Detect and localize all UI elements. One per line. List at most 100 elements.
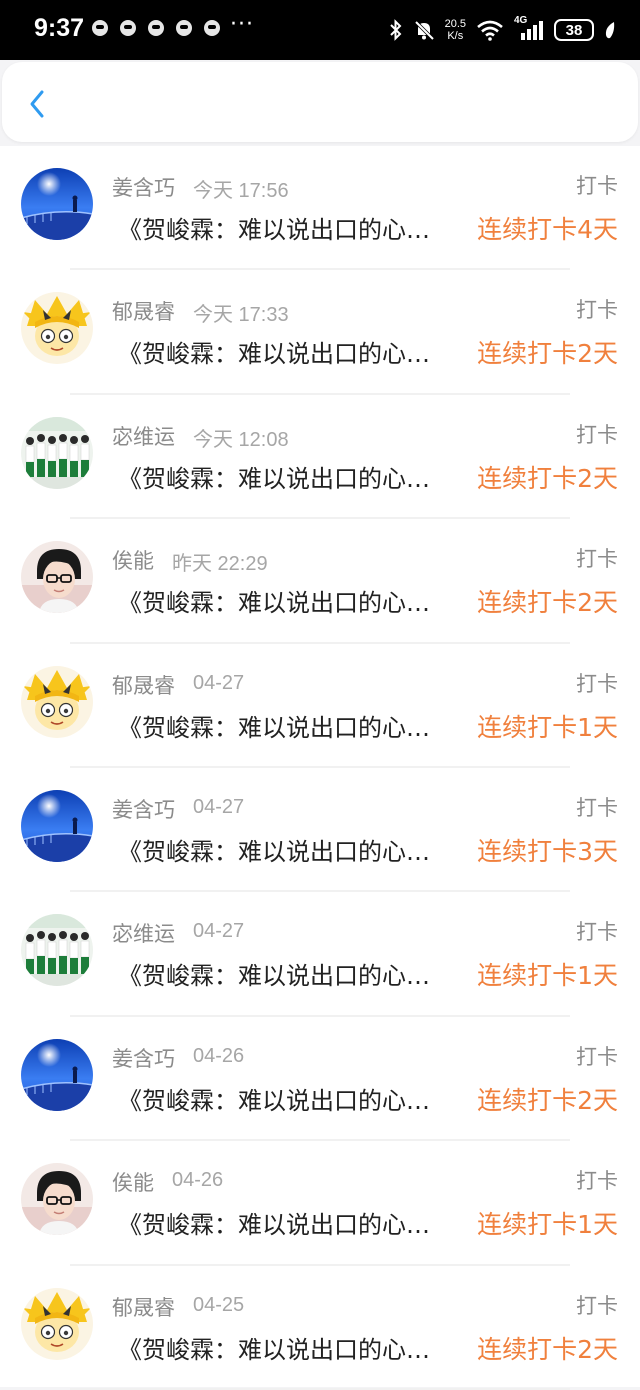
user-name: 郁晟睿 (112, 1295, 175, 1320)
checkin-list-item[interactable]: 宓维运 04-27 打卡《贺峻霖：难以说出口的心事》 连续打卡1天 (0, 892, 640, 1017)
bluetooth-icon (389, 19, 401, 41)
streak-label: 连续打卡1天 (477, 712, 618, 742)
user-name: 姜含巧 (112, 1046, 175, 1071)
checkin-list-item[interactable]: 宓维运 今天 12:08 打卡《贺峻霖：难以说出口的心事》 连续打卡2天 (0, 395, 640, 520)
portrait-avatar-image (21, 541, 93, 614)
checkin-tag: 打卡 (576, 1293, 618, 1318)
streak-label: 连续打卡4天 (477, 215, 618, 244)
checkin-time: 今天 17:33 (193, 304, 289, 327)
streak-label: 连续打卡2天 (477, 588, 618, 618)
book-title: 《贺峻霖：难以说出口的心事》 (118, 962, 448, 991)
user-name: 姜含巧 (112, 176, 175, 200)
checkin-tag: 打卡 (576, 547, 618, 572)
book-title: 《贺峻霖：难以说出口的心事》 (118, 464, 448, 493)
book-title: 《贺峻霖：难以说出口的心事》 (118, 1086, 448, 1115)
group-photo-avatar-image (21, 416, 93, 489)
app-notification-icon (204, 20, 220, 36)
streak-label: 连续打卡3天 (477, 836, 618, 866)
checkin-list-item[interactable]: 姜含巧 今天 17:56 打卡 《贺峻霖：难以说出口的心事》 连续打卡4天 (0, 146, 640, 271)
book-title: 《贺峻霖：难以说出口的心事》 (118, 340, 448, 369)
streak-label: 连续打卡2天 (477, 1334, 618, 1364)
avatar[interactable] (21, 541, 93, 614)
cartoon-avatar-image (21, 1287, 93, 1360)
checkin-time: 今天 12:08 (193, 428, 289, 451)
avatar[interactable] (21, 665, 93, 738)
book-title: 《贺峻霖：难以说出口的心事》 (118, 713, 448, 742)
notification-icons (92, 20, 220, 36)
streak-label: 连续打卡2天 (477, 339, 618, 369)
back-button[interactable] (22, 84, 62, 124)
status-bar: 9:37 ··· 20.5 K/s 4G 38 (0, 0, 640, 60)
checkin-list-item[interactable]: 郁晟睿 04-25 打卡《贺峻霖：难以说出口的心事》 连续打卡2天 (0, 1266, 640, 1390)
checkin-tag: 打卡 (576, 422, 618, 447)
checkin-list-item[interactable]: 姜含巧 04-27 打卡《贺峻霖：难以说出口的心事》 连续打卡3天 (0, 768, 640, 893)
checkin-list-item[interactable]: 郁晟睿 04-27 打卡 《贺峻霖：难以说出口的心事》 连续打卡1天 (0, 644, 640, 768)
user-name: 俟能 (112, 549, 154, 574)
book-title: 《贺峻霖：难以说出口的心事》 (118, 589, 448, 618)
streak-label: 连续打卡1天 (477, 961, 618, 991)
avatar[interactable] (21, 416, 93, 489)
portrait-avatar-image (21, 1163, 93, 1236)
checkin-time: 04-27 (193, 671, 245, 694)
signal-bars-icon (521, 21, 543, 40)
checkin-tag: 打卡 (576, 795, 618, 820)
avatar[interactable] (21, 1038, 93, 1111)
avatar[interactable] (21, 914, 93, 987)
user-name: 宓维运 (112, 424, 175, 449)
avatar[interactable] (21, 168, 93, 240)
checkin-tag: 打卡 (576, 174, 618, 198)
book-title: 《贺峻霖：难以说出口的心事》 (118, 1335, 448, 1364)
charging-leaf-icon (605, 22, 615, 39)
checkin-tag: 打卡 (576, 671, 618, 696)
checkin-tag: 打卡 (576, 1044, 618, 1069)
net-speed-value: 20.5 (444, 18, 466, 30)
checkin-time: 04-25 (193, 1293, 245, 1316)
streak-label: 连续打卡2天 (477, 463, 618, 493)
sky-avatar-image (21, 789, 93, 862)
avatar[interactable] (21, 1163, 93, 1236)
mute-bell-icon (414, 20, 434, 41)
checkin-time: 04-27 (193, 920, 245, 943)
checkin-tag: 打卡 (576, 1169, 618, 1194)
streak-label: 连续打卡2天 (477, 1085, 618, 1115)
app-notification-icon (176, 20, 192, 36)
user-name: 俟能 (112, 1171, 154, 1196)
checkin-time: 04-27 (193, 795, 245, 818)
avatar[interactable] (21, 789, 93, 862)
checkin-time: 04-26 (193, 1044, 245, 1067)
checkin-list-item[interactable]: 俟能 04-26 打卡 《贺峻霖：难以说出口的心事》 连续打卡1天 (0, 1141, 640, 1266)
checkin-list-item[interactable]: 俟能 昨天 22:29 打卡《贺峻霖：难以说出口的心事》 连续打卡2天 (0, 519, 640, 644)
status-time: 9:37 (34, 14, 85, 42)
checkin-list-item[interactable]: 郁晟睿 今天 17:33 打卡 《贺峻霖：难以说出口的心事》 连续打卡2天 (0, 270, 640, 395)
cellular-signal: 4G (514, 15, 544, 41)
book-title: 《贺峻霖：难以说出口的心事》 (118, 837, 448, 866)
checkin-tag: 打卡 (576, 920, 618, 945)
sky-avatar-image (21, 168, 93, 240)
net-speed-unit: K/s (447, 30, 464, 42)
avatar[interactable] (21, 1287, 93, 1360)
battery-indicator: 38 (554, 19, 594, 41)
cartoon-avatar-image (21, 665, 93, 738)
more-notifications-indicator: ··· (230, 12, 254, 37)
net-speed: 20.5 K/s (445, 18, 466, 42)
checkin-list: 姜含巧 今天 17:56 打卡 《贺峻霖：难以说出口的心事》 连续打卡4天 郁晟睿 今天 1… (0, 146, 640, 1390)
top-nav-bar (2, 62, 638, 142)
checkin-tag: 打卡 (576, 298, 618, 323)
chevron-left-icon (30, 90, 44, 118)
checkin-list-item[interactable]: 姜含巧 04-26 打卡《贺峻霖：难以说出口的心事》 连续打卡2天 (0, 1017, 640, 1142)
sky-avatar-image (21, 1038, 93, 1111)
group-photo-avatar-image (21, 914, 93, 987)
battery-level: 38 (565, 21, 583, 39)
user-name: 宓维运 (112, 922, 175, 947)
checkin-time: 04-26 (172, 1169, 224, 1192)
checkin-time: 昨天 22:29 (172, 553, 268, 576)
book-title: 《贺峻霖：难以说出口的心事》 (118, 1211, 448, 1240)
user-name: 姜含巧 (112, 797, 175, 822)
cartoon-avatar-image (21, 292, 93, 365)
status-right-group: 20.5 K/s 4G 38 (389, 14, 616, 46)
checkin-time: 今天 17:56 (193, 180, 289, 202)
app-notification-icon (120, 20, 136, 36)
app-notification-icon (148, 20, 164, 36)
app-notification-icon (92, 20, 108, 36)
avatar[interactable] (21, 292, 93, 365)
